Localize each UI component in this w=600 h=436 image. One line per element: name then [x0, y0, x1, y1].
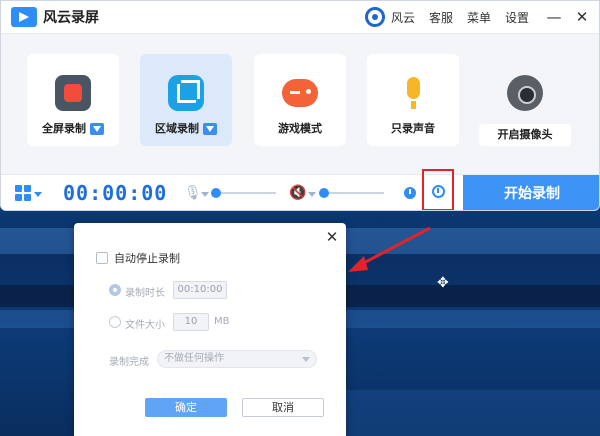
webcam-icon [507, 75, 543, 111]
mode-label: 只录声音 [391, 122, 435, 135]
auto-stop-checkbox[interactable] [96, 252, 108, 264]
gamepad-icon [282, 79, 318, 107]
speaker-volume-slider[interactable] [322, 192, 384, 194]
mode-region-record[interactable]: 区域录制 [140, 54, 232, 146]
chevron-down-icon[interactable] [34, 192, 42, 197]
close-button[interactable]: ✕ [571, 1, 593, 34]
filesize-label: 文件大小 [125, 320, 165, 331]
chevron-down-icon [302, 357, 310, 362]
microphone-icon [395, 75, 431, 111]
region-crop-icon [168, 75, 204, 111]
title-bar-actions: 风云 客服 菜单 设置 — ✕ [364, 1, 599, 34]
chevron-down-icon[interactable] [308, 192, 316, 197]
ok-button[interactable]: 确定 [145, 398, 227, 417]
duration-label: 录制时长 [125, 288, 165, 299]
minimize-button[interactable]: — [543, 1, 565, 34]
record-toolbar: 00:00:00 🎙 🔇 开始录制 [1, 169, 599, 210]
desktop-light-band [340, 390, 600, 436]
start-record-button[interactable]: 开始录制 [463, 175, 599, 210]
filesize-unit: MB [214, 316, 230, 327]
mode-label: 区域录制 [140, 120, 232, 136]
on-complete-select[interactable]: 不做任何操作 [157, 350, 317, 368]
clock-icon[interactable] [404, 187, 416, 199]
chevron-down-icon[interactable] [201, 192, 209, 197]
mic-muted-icon[interactable]: 🎙 [184, 185, 202, 201]
move-cursor-icon: ✥ [437, 275, 449, 291]
settings-link[interactable]: 设置 [505, 9, 529, 26]
mic-volume-slider[interactable] [214, 192, 276, 194]
alarm-clock-icon[interactable] [432, 185, 445, 198]
open-webcam-button[interactable]: 开启摄像头 [479, 124, 571, 146]
speaker-volume-knob[interactable] [319, 188, 329, 198]
chevron-down-icon[interactable] [90, 123, 104, 135]
mode-game[interactable]: 游戏模式 [254, 54, 346, 146]
mic-volume-knob[interactable] [211, 188, 221, 198]
duration-input[interactable]: 00:10:00 [173, 281, 227, 299]
mode-label: 全屏录制 [27, 120, 119, 136]
mode-audio-only[interactable]: 只录声音 [367, 54, 459, 146]
app-logo-icon [11, 7, 37, 27]
on-complete-label: 录制完成 [109, 357, 149, 368]
title-bar: 风云录屏 风云 客服 菜单 设置 — ✕ [1, 1, 599, 34]
app-window: 风云录屏 风云 客服 菜单 设置 — ✕ 全屏录制 区域录制 游戏模式 只录声音 [0, 0, 600, 211]
menu-link[interactable]: 菜单 [467, 9, 491, 26]
speaker-muted-icon[interactable]: 🔇 [289, 185, 306, 201]
duration-radio[interactable] [109, 284, 121, 296]
on-complete-value: 不做任何操作 [164, 353, 224, 364]
auto-stop-label: 自动停止录制 [114, 252, 180, 265]
fullscreen-record-icon [55, 75, 91, 111]
cancel-button[interactable]: 取消 [242, 398, 324, 417]
grid-menu-icon[interactable] [15, 185, 31, 201]
auto-stop-dialog: ✕ 自动停止录制 录制时长 00:10:00 文件大小 10 MB 录制完成 不… [74, 223, 346, 436]
app-title: 风云录屏 [43, 10, 99, 26]
filesize-radio[interactable] [109, 316, 121, 328]
dialog-close-icon[interactable]: ✕ [325, 230, 339, 245]
brand-circle-icon[interactable] [364, 7, 385, 27]
filesize-input[interactable]: 10 [173, 313, 209, 331]
record-timer: 00:00:00 [63, 181, 168, 205]
chevron-down-icon[interactable] [203, 123, 217, 135]
mode-fullscreen-record[interactable]: 全屏录制 [27, 54, 119, 146]
red-arrow-icon [348, 226, 431, 272]
mode-label: 游戏模式 [278, 122, 322, 135]
mode-tiles: 全屏录制 区域录制 游戏模式 只录声音 [1, 34, 599, 174]
service-link[interactable]: 客服 [429, 9, 453, 26]
brand-link[interactable]: 风云 [391, 9, 415, 26]
